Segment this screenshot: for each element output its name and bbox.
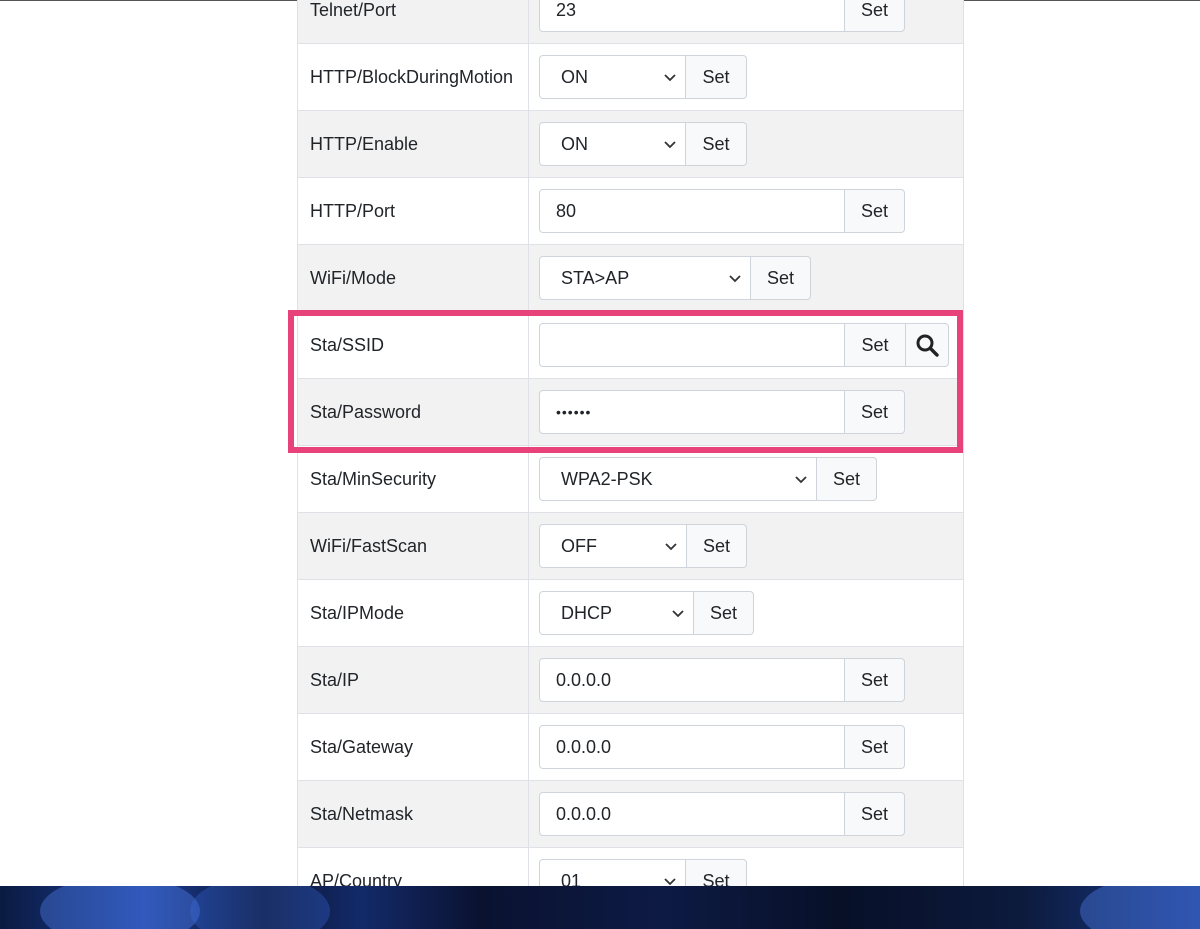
setting-value-cell: Set: [529, 312, 963, 378]
sta-ip-set-button[interactable]: Set: [845, 658, 905, 702]
setting-value-cell: 23 Set: [529, 0, 963, 43]
select-value: STA>AP: [561, 267, 630, 288]
setting-value-cell: DHCP Set: [529, 580, 963, 646]
http-port-set-button[interactable]: Set: [845, 189, 905, 233]
wallpaper-swoosh: [40, 886, 200, 929]
wallpaper-swoosh: [190, 886, 330, 929]
http-enable-select[interactable]: ON: [539, 122, 686, 166]
setting-value-cell: STA>AP Set: [529, 245, 963, 311]
sta-min-security-select[interactable]: WPA2-PSK: [539, 457, 817, 501]
setting-label: HTTP/BlockDuringMotion: [298, 44, 529, 110]
setting-value-cell: 0.0.0.0 Set: [529, 781, 963, 847]
setting-label: WiFi/FastScan: [298, 513, 529, 579]
sta-ip-mode-set-button[interactable]: Set: [694, 591, 754, 635]
wallpaper-swoosh: [1080, 886, 1200, 929]
chevron-down-icon: [665, 543, 677, 551]
setting-label: Sta/IP: [298, 647, 529, 713]
settings-row-sta-password: Sta/Password •••••• Set: [298, 379, 963, 446]
select-value: ON: [561, 66, 588, 87]
sta-gateway-set-button[interactable]: Set: [845, 725, 905, 769]
sta-ip-mode-select[interactable]: DHCP: [539, 591, 694, 635]
http-block-during-motion-set-button[interactable]: Set: [686, 55, 747, 99]
settings-row-sta-ip: Sta/IP 0.0.0.0 Set: [298, 647, 963, 714]
sta-netmask-set-button[interactable]: Set: [845, 792, 905, 836]
setting-value-cell: 0.0.0.0 Set: [529, 647, 963, 713]
setting-label: Sta/Password: [298, 379, 529, 445]
ssid-scan-button[interactable]: [906, 323, 949, 367]
select-value: DHCP: [561, 602, 613, 623]
sta-min-security-set-button[interactable]: Set: [817, 457, 877, 501]
settings-row-http-enable: HTTP/Enable ON Set: [298, 111, 963, 178]
http-block-during-motion-select[interactable]: ON: [539, 55, 686, 99]
http-enable-set-button[interactable]: Set: [686, 122, 747, 166]
settings-row-http-port: HTTP/Port 80 Set: [298, 178, 963, 245]
settings-row-sta-ssid: Sta/SSID Set: [298, 312, 963, 379]
sta-ssid-input[interactable]: [539, 323, 845, 367]
select-value: WPA2-PSK: [561, 468, 653, 489]
wifi-fast-scan-set-button[interactable]: Set: [687, 524, 747, 568]
setting-label: Telnet/Port: [298, 0, 529, 43]
select-value: ON: [561, 133, 588, 154]
sta-ip-input[interactable]: 0.0.0.0: [539, 658, 845, 702]
setting-label: HTTP/Port: [298, 178, 529, 244]
settings-row-sta-gateway: Sta/Gateway 0.0.0.0 Set: [298, 714, 963, 781]
wifi-mode-set-button[interactable]: Set: [751, 256, 811, 300]
settings-table: Telnet/Port 23 Set HTTP/BlockDuringMotio…: [297, 0, 964, 915]
setting-label: HTTP/Enable: [298, 111, 529, 177]
setting-label: Sta/SSID: [298, 312, 529, 378]
chevron-down-icon: [664, 74, 676, 82]
settings-row-sta-min-security: Sta/MinSecurity WPA2-PSK Set: [298, 446, 963, 513]
wifi-fast-scan-select[interactable]: OFF: [539, 524, 687, 568]
sta-gateway-input[interactable]: 0.0.0.0: [539, 725, 845, 769]
setting-value-cell: 0.0.0.0 Set: [529, 714, 963, 780]
telnet-port-set-button[interactable]: Set: [845, 0, 905, 32]
setting-value-cell: ON Set: [529, 111, 963, 177]
http-port-input[interactable]: 80: [539, 189, 845, 233]
settings-row-wifi-mode: WiFi/Mode STA>AP Set: [298, 245, 963, 312]
setting-label: WiFi/Mode: [298, 245, 529, 311]
setting-label: Sta/Netmask: [298, 781, 529, 847]
setting-value-cell: •••••• Set: [529, 379, 963, 445]
chevron-down-icon: [672, 610, 684, 618]
desktop-wallpaper-strip: [0, 886, 1200, 929]
sta-password-set-button[interactable]: Set: [845, 390, 905, 434]
chevron-down-icon: [795, 476, 807, 484]
sta-password-input[interactable]: ••••••: [539, 390, 845, 434]
settings-row-wifi-fast-scan: WiFi/FastScan OFF Set: [298, 513, 963, 580]
setting-label: Sta/MinSecurity: [298, 446, 529, 512]
setting-label: Sta/IPMode: [298, 580, 529, 646]
setting-value-cell: OFF Set: [529, 513, 963, 579]
settings-row-sta-ip-mode: Sta/IPMode DHCP Set: [298, 580, 963, 647]
chevron-down-icon: [729, 275, 741, 283]
select-value: OFF: [561, 535, 597, 556]
settings-row-sta-netmask: Sta/Netmask 0.0.0.0 Set: [298, 781, 963, 848]
wifi-mode-select[interactable]: STA>AP: [539, 256, 751, 300]
settings-row-telnet-port: Telnet/Port 23 Set: [298, 0, 963, 44]
setting-value-cell: 80 Set: [529, 178, 963, 244]
setting-value-cell: WPA2-PSK Set: [529, 446, 963, 512]
setting-value-cell: ON Set: [529, 44, 963, 110]
sta-netmask-input[interactable]: 0.0.0.0: [539, 792, 845, 836]
setting-label: Sta/Gateway: [298, 714, 529, 780]
sta-ssid-set-button[interactable]: Set: [845, 323, 906, 367]
chevron-down-icon: [664, 141, 676, 149]
telnet-port-input[interactable]: 23: [539, 0, 845, 32]
settings-row-http-block-during-motion: HTTP/BlockDuringMotion ON Set: [298, 44, 963, 111]
search-icon: [916, 334, 939, 357]
